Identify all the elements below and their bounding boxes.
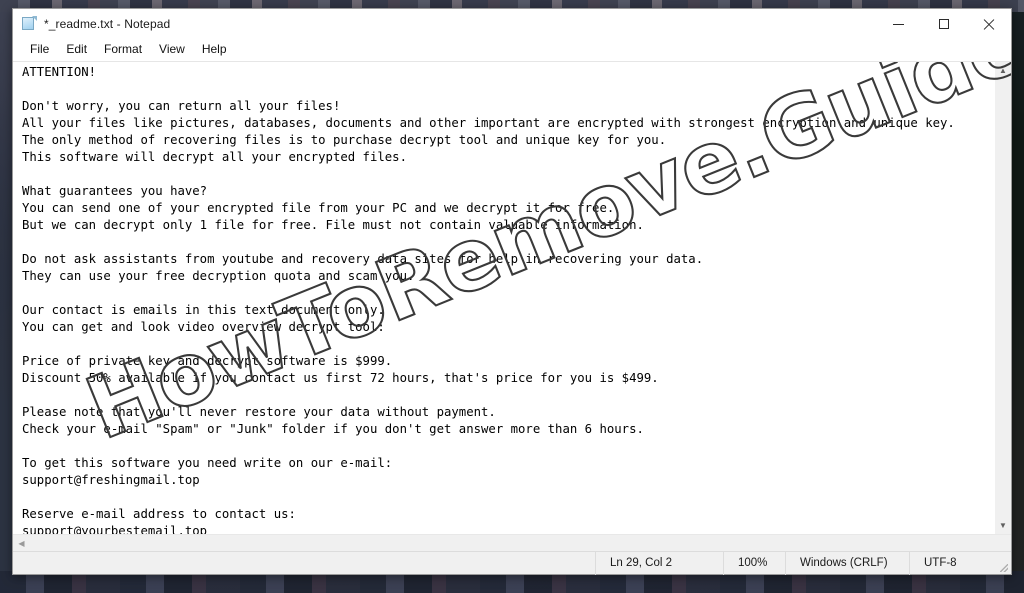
text-line: Do not ask assistants from youtube and r… <box>22 252 704 266</box>
menu-bar: File Edit Format View Help <box>13 39 1011 61</box>
text-line: But we can decrypt only 1 file for free.… <box>22 218 644 232</box>
menu-item-view[interactable]: View <box>151 40 193 59</box>
vertical-scrollbar-track[interactable] <box>995 79 1011 517</box>
text-line <box>22 336 994 353</box>
chevron-down-icon[interactable]: ▼ <box>995 517 1011 534</box>
chevron-up-icon[interactable]: ▲ <box>995 62 1011 79</box>
text-editor[interactable]: ATTENTION! Don't worry, you can return al… <box>13 62 994 534</box>
horizontal-scrollbar-track[interactable] <box>30 535 977 551</box>
text-line: Check your e-mail "Spam" or "Junk" folde… <box>22 422 644 436</box>
text-line: Please note that you'll never restore yo… <box>22 405 496 419</box>
menu-item-edit[interactable]: Edit <box>58 40 95 59</box>
title-bar-left: *_readme.txt - Notepad <box>13 16 170 32</box>
scrollbar-corner <box>994 535 1011 551</box>
vertical-scrollbar-thumb[interactable] <box>995 79 1011 517</box>
text-line: You can get and look video overview decr… <box>22 320 385 334</box>
window-title: *_readme.txt - Notepad <box>44 17 171 31</box>
text-line <box>22 81 994 98</box>
notepad-document-icon <box>21 16 37 32</box>
chevron-right-icon[interactable] <box>977 535 994 551</box>
text-line: ATTENTION! <box>22 65 97 79</box>
text-line <box>22 166 994 183</box>
text-line: This software will decrypt all your encr… <box>22 150 407 164</box>
text-line: Price of private key and decrypt softwar… <box>22 354 393 368</box>
close-icon[interactable] <box>966 9 1011 39</box>
text-line <box>22 234 994 251</box>
text-line <box>22 387 994 404</box>
menu-item-help[interactable]: Help <box>194 40 235 59</box>
vertical-scrollbar[interactable]: ▲ ▼ <box>994 62 1011 534</box>
menu-item-format[interactable]: Format <box>96 40 150 59</box>
title-bar[interactable]: *_readme.txt - Notepad <box>13 9 1011 39</box>
text-line: To get this software you need write on o… <box>22 456 393 470</box>
text-line: You can send one of your encrypted file … <box>22 201 615 215</box>
menu-item-file[interactable]: File <box>22 40 57 59</box>
text-line: Don't worry, you can return all your fil… <box>22 99 341 113</box>
text-line <box>22 489 994 506</box>
text-line: Our contact is emails in this text docum… <box>22 303 385 317</box>
minimize-icon[interactable] <box>876 9 921 39</box>
text-line: Reserve e-mail address to contact us: <box>22 507 296 521</box>
text-line: support@yourbestemail.top <box>22 524 208 534</box>
status-encoding: UTF-8 <box>909 551 995 575</box>
maximize-icon[interactable] <box>921 9 966 39</box>
horizontal-scrollbar[interactable]: ◀ <box>13 534 1011 551</box>
text-line: They can use your free decryption quota … <box>22 269 415 283</box>
text-line: All your files like pictures, databases,… <box>22 116 955 130</box>
status-bar: Ln 29, Col 2 100% Windows (CRLF) UTF-8 <box>13 551 1011 575</box>
text-line <box>22 438 994 455</box>
status-cursor-position: Ln 29, Col 2 <box>595 551 723 575</box>
text-line: support@freshingmail.top <box>22 473 200 487</box>
status-zoom-level[interactable]: 100% <box>723 551 785 575</box>
text-line: The only method of recovering files is t… <box>22 133 667 147</box>
notepad-window: *_readme.txt - Notepad File Edit Format … <box>12 8 1012 575</box>
text-line: Discount 50% available if you contact us… <box>22 371 659 385</box>
text-line <box>22 285 994 302</box>
status-line-ending: Windows (CRLF) <box>785 551 909 575</box>
window-controls <box>876 9 1011 39</box>
resize-grip-icon[interactable] <box>995 552 1011 575</box>
text-line: What guarantees you have? <box>22 184 208 198</box>
chevron-left-icon[interactable]: ◀ <box>13 535 30 551</box>
editor-area: ATTENTION! Don't worry, you can return al… <box>13 61 1011 534</box>
